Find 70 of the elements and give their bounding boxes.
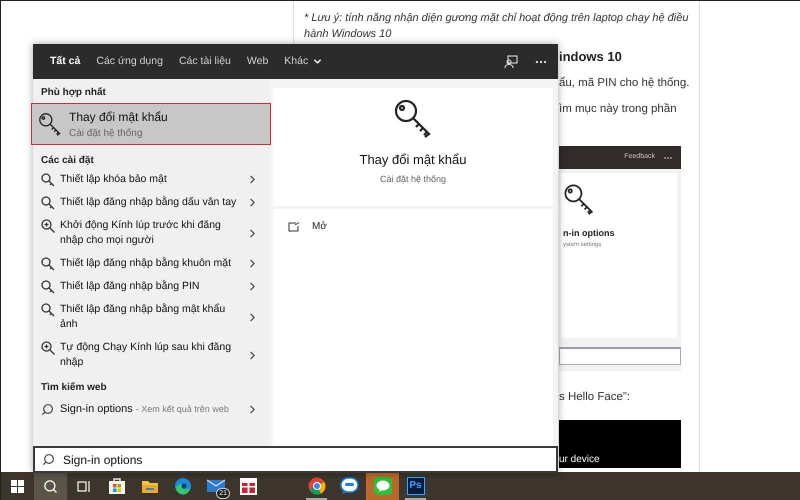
result-label: Thiết lập đăng nhập bằng mật khẩu ảnh xyxy=(60,302,226,332)
result-label: Thiết lập đăng nhập bằng dấu vân tay xyxy=(60,195,238,210)
search-field[interactable]: Sign-in options xyxy=(33,446,558,473)
shopping-bag-icon xyxy=(108,477,126,495)
card-title: n-in options xyxy=(563,227,616,240)
key-icon xyxy=(38,112,62,136)
running-indicator xyxy=(405,498,426,500)
preview-title: Thay đổi mật khẩu xyxy=(360,151,466,169)
app-icon: Ps xyxy=(406,477,424,495)
setting-result[interactable]: Thiết lập đăng nhập bằng PIN xyxy=(33,275,271,298)
search-icon xyxy=(43,478,58,494)
task-view-icon xyxy=(76,480,90,492)
feedback-icon[interactable] xyxy=(504,54,518,68)
setting-result[interactable]: Thiết lập đăng nhập bằng khuôn mặt xyxy=(33,252,271,275)
result-subtitle: Cài đặt hệ thống xyxy=(69,126,144,140)
filter-tab[interactable]: Web xyxy=(246,54,268,70)
running-indicator xyxy=(306,498,327,500)
filter-tab[interactable]: Khác xyxy=(284,54,324,70)
setting-result[interactable]: Thiết lập đăng nhập bằng mật khẩu ảnh xyxy=(33,298,271,336)
taskbar-button[interactable] xyxy=(34,472,67,500)
open-window-icon xyxy=(288,222,300,232)
note-text: hành Windows 10 xyxy=(304,27,392,42)
taskbar-button[interactable] xyxy=(366,472,399,500)
chat-app-icon xyxy=(374,477,392,495)
result-label: Thiết lập đăng nhập bằng khuôn mặt xyxy=(60,256,232,271)
preview-subtitle: Cài đặt hệ thống xyxy=(380,172,446,186)
result-label: Thiết lập khóa bảo mật xyxy=(60,172,168,187)
magnifier-icon xyxy=(41,219,55,233)
body-text: ìm mục này trong phần xyxy=(559,102,678,117)
web-result[interactable]: Sign-in options - Xem kết quả trên web xyxy=(33,395,271,424)
taskbar-button[interactable]: Ps xyxy=(399,472,432,500)
section-heading: Các cài đặt xyxy=(40,154,95,168)
open-action[interactable]: Mở xyxy=(288,219,327,234)
filter-tab[interactable]: Các tài liệu xyxy=(178,54,231,70)
section-heading: Phù hợp nhất xyxy=(40,86,107,100)
key-icon xyxy=(41,196,55,210)
body-text: s Hello Face”: xyxy=(559,390,631,405)
section-heading: Tìm kiếm web xyxy=(40,381,108,395)
swirl-logo-icon xyxy=(174,477,192,495)
setting-result[interactable]: Khởi động Kính lúp trước khi đăng nhập cho mọi người xyxy=(33,214,271,252)
magnifier-icon xyxy=(41,341,55,355)
setting-result[interactable]: Thiết lập đăng nhập bằng dấu vân tay xyxy=(33,191,271,214)
video-caption: ur device xyxy=(559,453,600,468)
key-icon xyxy=(41,280,55,294)
filter-tab[interactable]: Các ứng dụng xyxy=(96,54,163,70)
result-hint: - Xem kết quả trên web xyxy=(136,402,229,416)
key-icon xyxy=(41,257,55,271)
best-match-result[interactable]: Thay đổi mật khẩu Cài đặt hệ thống xyxy=(31,103,271,145)
key-icon xyxy=(563,183,595,215)
key-icon xyxy=(41,303,55,317)
result-label: Tự động Chạy Kính lúp sau khi đăng nhập xyxy=(60,340,232,370)
setting-result[interactable]: Thiết lập khóa bảo mật xyxy=(33,168,271,191)
gift-icon xyxy=(240,478,257,494)
key-icon xyxy=(41,173,55,187)
result-label: Sign-in options xyxy=(60,402,133,417)
browser-logo-icon xyxy=(308,477,326,495)
result-title: Thay đổi mật khẩu xyxy=(69,108,168,126)
chat-bubble-icon xyxy=(340,477,359,495)
result-label: Thiết lập đăng nhập bằng PIN xyxy=(60,279,201,294)
folder-icon xyxy=(140,478,158,494)
filter-tab[interactable]: Tất cả xyxy=(50,54,80,70)
note-text: * Lưu ý: tính năng nhận diện gương mặt chỉ hoạt động trên laptop chạy hệ điều xyxy=(304,11,690,26)
search-icon xyxy=(42,453,55,466)
body-text: ẩu, mã PIN cho hệ thống. xyxy=(559,76,690,90)
key-icon xyxy=(393,98,433,138)
windows-icon xyxy=(11,480,24,492)
section-heading: indows 10 xyxy=(559,48,623,66)
search-icon xyxy=(41,402,54,416)
setting-result[interactable]: Tự động Chạy Kính lúp sau khi đăng nhập xyxy=(33,336,271,374)
result-label: Khởi động Kính lúp trước khi đăng nhập cho mọi người xyxy=(60,218,222,248)
